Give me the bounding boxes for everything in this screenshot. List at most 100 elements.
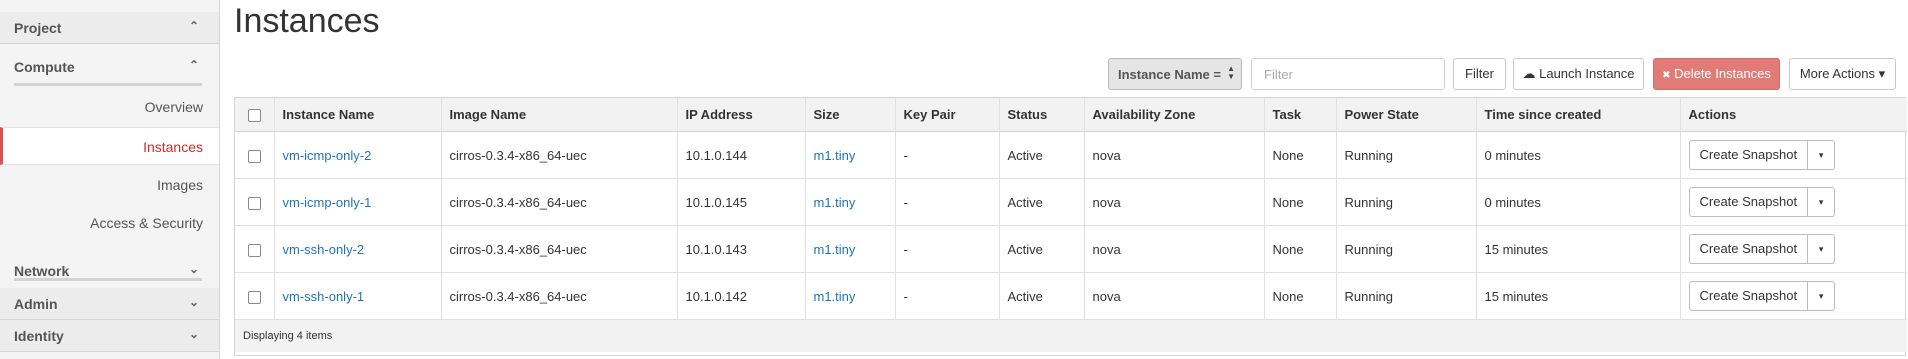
time-since-created-cell: 15 minutes <box>1476 272 1681 320</box>
column-header[interactable]: Status <box>999 98 1085 132</box>
task-cell: None <box>1264 225 1337 273</box>
create-snapshot-button[interactable]: Create Snapshot <box>1688 187 1809 217</box>
size-link[interactable]: m1.tiny <box>814 242 856 257</box>
table-footer-row: Displaying 4 items <box>235 319 1907 352</box>
filter-field-select[interactable]: Instance Name = ▲ ▼ <box>1108 58 1242 90</box>
more-actions-button[interactable]: More Actions ▾ <box>1789 58 1896 90</box>
availability-zone: nova <box>1092 147 1121 163</box>
power-state-cell: Running <box>1336 178 1477 226</box>
ip-address: 10.1.0.144 <box>685 147 747 163</box>
sidebar-item-overview[interactable]: Overview <box>0 88 219 126</box>
create-snapshot-button[interactable]: Create Snapshot <box>1688 140 1809 170</box>
power-state-cell: Running <box>1336 225 1477 273</box>
availability-zone-cell: nova <box>1084 225 1265 273</box>
ip-address-cell: 10.1.0.142 <box>677 272 806 320</box>
instance-name-link[interactable]: vm-ssh-only-2 <box>283 242 365 257</box>
key-pair-cell: - <box>895 131 1000 179</box>
select-all-checkbox[interactable] <box>247 109 261 123</box>
row-select-cell <box>235 178 275 226</box>
sidebar-subsection-compute[interactable]: Compute ⌃ <box>0 52 219 82</box>
status: Active <box>1007 147 1043 163</box>
image-name-cell: cirros-0.3.4-x86_64-uec <box>441 225 678 273</box>
sidebar-item-label: Overview <box>144 99 203 115</box>
column-header[interactable]: Time since created <box>1476 98 1681 132</box>
row-actions-group: Create Snapshot ▾ <box>1688 187 1836 217</box>
row-checkbox[interactable] <box>247 149 261 163</box>
instance-name-link-cell: vm-ssh-only-2 <box>274 225 442 273</box>
sidebar-section-project[interactable]: Project ⌃ <box>0 12 219 44</box>
row-actions-group: Create Snapshot ▾ <box>1688 234 1836 264</box>
sidebar-section-label: Project <box>14 20 62 36</box>
column-header[interactable]: Size <box>805 98 896 132</box>
key-pair-cell: - <box>895 225 1000 273</box>
task: None <box>1272 288 1304 304</box>
sidebar-item-access-security[interactable]: Access & Security <box>0 204 219 242</box>
filter-button[interactable]: Filter <box>1453 58 1506 90</box>
row-actions-dropdown-icon[interactable]: ▾ <box>1808 140 1836 170</box>
status-cell: Active <box>999 225 1085 273</box>
row-checkbox[interactable] <box>247 243 261 257</box>
sidebar-subsection-network[interactable]: Network ⌄ <box>0 256 219 286</box>
sidebar-section-identity[interactable]: Identity ⌄ <box>0 320 219 352</box>
row-actions-dropdown-icon[interactable]: ▾ <box>1808 234 1836 264</box>
column-header: Actions <box>1680 98 1907 132</box>
row-actions-group: Create Snapshot ▾ <box>1688 281 1836 311</box>
instance-name-link[interactable]: vm-ssh-only-1 <box>283 289 365 304</box>
create-snapshot-button[interactable]: Create Snapshot <box>1688 281 1809 311</box>
key-pair: - <box>903 288 908 304</box>
sidebar-subsection-label: Compute <box>14 59 75 75</box>
close-icon: ✖ <box>1662 70 1671 81</box>
ip-address-cell: 10.1.0.144 <box>677 131 806 179</box>
instance-name-link[interactable]: vm-icmp-only-1 <box>283 195 372 210</box>
instance-name-link[interactable]: vm-icmp-only-2 <box>283 148 372 163</box>
create-snapshot-button[interactable]: Create Snapshot <box>1688 234 1809 264</box>
section-divider <box>14 278 202 281</box>
sidebar-subsection-label: Network <box>14 263 70 279</box>
task-cell: None <box>1264 272 1337 320</box>
actions-cell: Create Snapshot ▾ <box>1680 178 1907 226</box>
page-title: Instances <box>234 2 380 40</box>
availability-zone-cell: nova <box>1084 131 1265 179</box>
launch-instance-button[interactable]: ☁ Launch Instance <box>1513 58 1644 90</box>
delete-instances-button[interactable]: ✖ Delete Instances <box>1653 58 1780 90</box>
actions-cell: Create Snapshot ▾ <box>1680 131 1907 179</box>
sidebar-item-label: Access & Security <box>90 215 203 231</box>
power-state: Running <box>1344 147 1393 163</box>
row-checkbox[interactable] <box>247 290 261 304</box>
row-checkbox[interactable] <box>247 196 261 210</box>
sidebar-item-images[interactable]: Images <box>0 166 219 204</box>
chevron-down-icon: ⌄ <box>188 262 199 276</box>
cloud-upload-icon: ☁ <box>1522 66 1536 81</box>
task: None <box>1272 194 1304 210</box>
sidebar-section-label: Admin <box>14 296 58 312</box>
column-header[interactable]: Key Pair <box>895 98 1000 132</box>
column-header[interactable]: Availability Zone <box>1084 98 1265 132</box>
size-link[interactable]: m1.tiny <box>814 148 856 163</box>
column-header[interactable]: Instance Name <box>274 98 442 132</box>
sidebar-section-admin[interactable]: Admin ⌄ <box>0 288 219 320</box>
image-name-cell: cirros-0.3.4-x86_64-uec <box>441 272 678 320</box>
instance-name-link-cell: vm-icmp-only-1 <box>274 178 442 226</box>
size-link[interactable]: m1.tiny <box>814 289 856 304</box>
column-header[interactable]: IP Address <box>677 98 806 132</box>
chevron-up-icon: ⌃ <box>188 19 199 33</box>
task: None <box>1272 241 1304 257</box>
column-header[interactable]: Image Name <box>441 98 678 132</box>
filter-input[interactable] <box>1251 58 1445 90</box>
availability-zone: nova <box>1092 241 1121 257</box>
status-cell: Active <box>999 178 1085 226</box>
column-header[interactable]: Task <box>1264 98 1337 132</box>
task-cell: None <box>1264 131 1337 179</box>
size-link-cell: m1.tiny <box>805 178 896 226</box>
ip-address: 10.1.0.143 <box>685 241 747 257</box>
column-header[interactable]: Power State <box>1336 98 1477 132</box>
key-pair: - <box>903 147 908 163</box>
row-actions-dropdown-icon[interactable]: ▾ <box>1808 281 1836 311</box>
row-actions-dropdown-icon[interactable]: ▾ <box>1808 187 1836 217</box>
ip-address-cell: 10.1.0.143 <box>677 225 806 273</box>
size-link[interactable]: m1.tiny <box>814 195 856 210</box>
sidebar-item-instances[interactable]: Instances <box>0 127 219 165</box>
status: Active <box>1007 241 1043 257</box>
ip-address: 10.1.0.142 <box>685 288 747 304</box>
sidebar-item-label: Images <box>157 177 203 193</box>
